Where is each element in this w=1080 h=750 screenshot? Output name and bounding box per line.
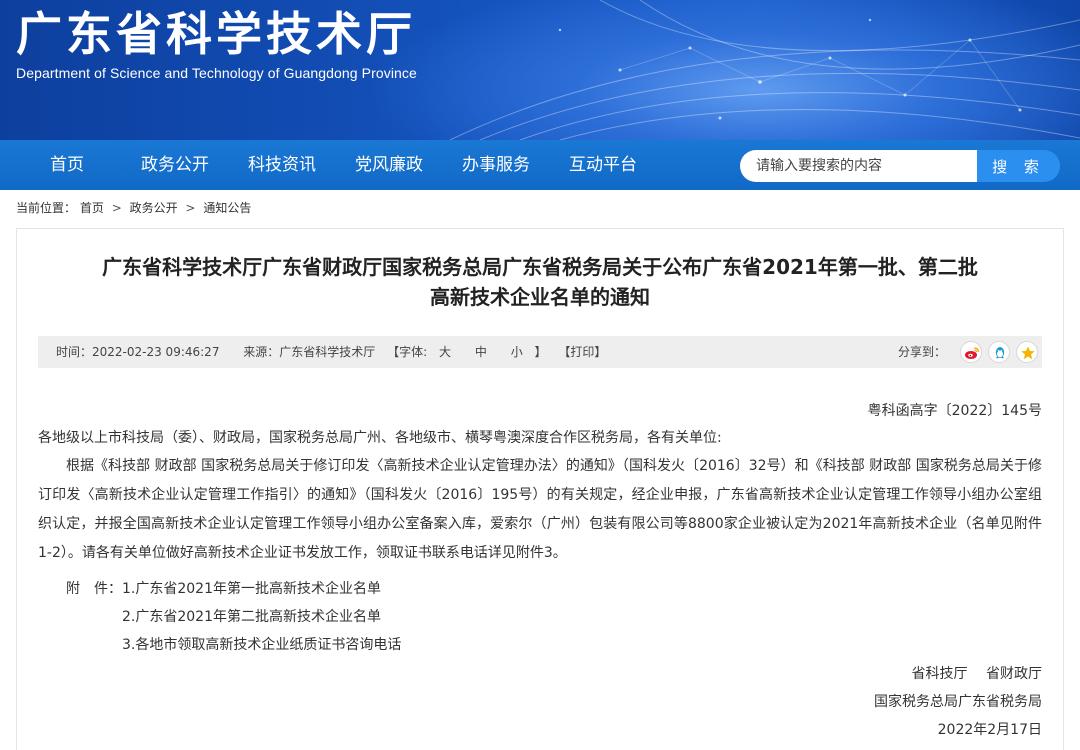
breadcrumb-separator: > xyxy=(185,201,196,215)
site-subtitle: Department of Science and Technology of … xyxy=(16,65,417,81)
attachment-link-2[interactable]: 2.广东省2021年第二批高新技术企业名单 xyxy=(122,606,381,626)
signature-tax-bureau: 国家税务总局广东省税务局 xyxy=(874,694,1042,710)
font-size-large-button[interactable]: 大 xyxy=(439,345,451,359)
nav-item-home[interactable]: 首页 xyxy=(50,140,84,190)
site-title: 广东省科学技术厅 xyxy=(16,7,416,61)
site-banner: 广东省科学技术厅 Department of Science and Techn… xyxy=(0,0,1080,140)
qzone-icon[interactable] xyxy=(1016,341,1038,363)
nav-item-gov-affairs[interactable]: 政务公开 xyxy=(141,140,209,190)
document-number: 粤科函高字〔2022〕145号 xyxy=(867,403,1042,419)
search-input[interactable] xyxy=(740,150,980,182)
breadcrumb-notices[interactable]: 通知公告 xyxy=(203,201,251,215)
share-label: 分享到： xyxy=(897,345,946,359)
nav-item-sci-news[interactable]: 科技资讯 xyxy=(248,140,316,190)
breadcrumb-home[interactable]: 首页 xyxy=(80,201,104,215)
attachments-label: 附 件： xyxy=(66,581,122,597)
article-title-line2: 高新技术企业名单的通知 xyxy=(430,285,650,309)
signature-issuers: 省科技厅 省财政厅 xyxy=(911,666,1042,682)
weibo-icon[interactable] xyxy=(960,341,982,363)
nav-item-interaction[interactable]: 互动平台 xyxy=(569,140,637,190)
attachment-link-3[interactable]: 3.各地市领取高新技术企业纸质证书咨询电话 xyxy=(122,634,401,654)
publish-time: 时间：2022-02-23 09:46:27 xyxy=(56,345,220,359)
article-body: 根据《科技部 财政部 国家税务总局关于修订印发〈高新技术企业认定管理办法〉的通知… xyxy=(38,458,1042,561)
font-size-small-button[interactable]: 小 xyxy=(511,345,523,359)
attachment-link-1[interactable]: 1.广东省2021年第一批高新技术企业名单 xyxy=(122,578,381,598)
article-meta-bar: 时间：2022-02-23 09:46:27 来源：广东省科学技术厅 【字体: … xyxy=(38,336,1042,368)
breadcrumb-separator: > xyxy=(111,201,122,215)
font-size-close: 】 xyxy=(534,345,547,359)
article-source: 来源：广东省科学技术厅 xyxy=(243,345,376,359)
article-addressee: 各地级以上市科技局（委）、财政局，国家税务总局广州、各地级市、横琴粤澳深度合作区… xyxy=(38,430,722,446)
search-button[interactable]: 搜 索 xyxy=(977,150,1060,182)
article-title: 广东省科学技术厅广东省财政厅国家税务总局广东省税务局关于公布广东省2021年第一… xyxy=(16,252,1064,312)
nav-item-services[interactable]: 办事服务 xyxy=(462,140,530,190)
breadcrumb-gov-affairs[interactable]: 政务公开 xyxy=(130,201,178,215)
breadcrumb-prefix: 当前位置： xyxy=(16,201,77,215)
breadcrumb: 当前位置： 首页 > 政务公开 > 通知公告 xyxy=(16,200,251,216)
signature-date: 2022年2月17日 xyxy=(937,722,1042,738)
font-size-medium-button[interactable]: 中 xyxy=(475,345,487,359)
qq-icon[interactable] xyxy=(988,341,1010,363)
print-button[interactable]: 【打印】 xyxy=(558,345,606,359)
nav-item-integrity[interactable]: 党风廉政 xyxy=(355,140,423,190)
font-size-open: 【字体: xyxy=(387,345,428,359)
article-title-line1: 广东省科学技术厅广东省财政厅国家税务总局广东省税务局关于公布广东省2021年第一… xyxy=(102,255,978,279)
